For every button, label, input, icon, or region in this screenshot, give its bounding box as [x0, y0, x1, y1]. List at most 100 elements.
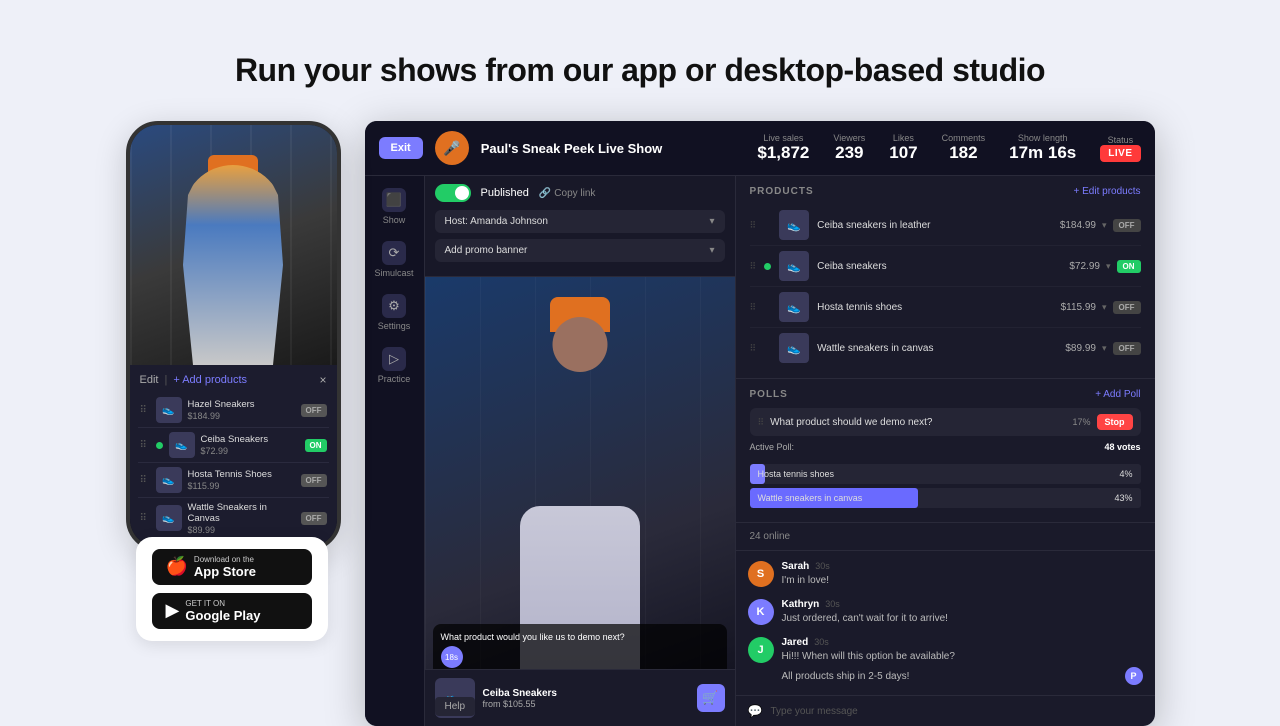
page-headline: Run your shows from our app or desktop-b…: [235, 52, 1045, 89]
prod-name: Ceiba sneakers in leather: [817, 220, 1052, 231]
poll-option-label: Hosta tennis shoes: [758, 469, 835, 479]
appstore-badge[interactable]: 🍎 Download on the App Store: [152, 549, 312, 585]
drag-icon: ⠿: [758, 417, 765, 428]
phone-prod-price: $184.99: [188, 411, 295, 421]
chat-msg-body: Kathryn 30s Just ordered, can't wait for…: [782, 599, 1143, 625]
studio-body: ⬛ Show ⟳ Simulcast ⚙ Settings ▷ Practice: [365, 176, 1155, 726]
phone-close-btn[interactable]: ×: [319, 373, 326, 387]
stat-show-length: Show length 17m 16s: [1009, 133, 1076, 163]
drag-icon: ⠿: [750, 343, 757, 354]
chat-p-badge: P: [1125, 667, 1143, 685]
published-toggle[interactable]: [435, 184, 471, 202]
exit-button[interactable]: Exit: [379, 137, 423, 159]
drag-icon: ⠿: [750, 261, 757, 272]
chevron-down-icon: ▾: [709, 245, 714, 256]
googleplay-badge[interactable]: ▶ GET IT ON Google Play: [152, 593, 312, 629]
googleplay-large-text: Google Play: [185, 608, 260, 623]
phone-toggle-on[interactable]: ON: [305, 439, 327, 452]
phone-prod-name: Wattle Sneakers in Canvas: [188, 502, 295, 525]
phone-prod-price: $72.99: [201, 446, 299, 456]
stat-label: Likes: [889, 133, 917, 143]
phone-prod-price: $89.99: [188, 525, 295, 535]
chat-messages: S Sarah 30s I'm in love!: [736, 551, 1155, 695]
poll-option-pct: 43%: [1114, 493, 1132, 503]
chat-msg-body: Jared 30s Hi!!! When will this option be…: [782, 637, 1143, 685]
phone-prod-name: Hosta Tennis Shoes: [188, 469, 295, 480]
poll-pct: 17%: [1072, 417, 1090, 427]
products-title: PRODUCTS: [750, 186, 814, 197]
chat-username: Kathryn: [782, 599, 820, 610]
stat-status: Status LIVE: [1100, 135, 1140, 162]
phone-prod-name: Hazel Sneakers: [188, 399, 295, 410]
chat-avatar: S: [748, 561, 774, 587]
drag-icon: ⠿: [750, 220, 757, 231]
poll-option-pct: 4%: [1119, 469, 1132, 479]
poll-option-row: Hosta tennis shoes 4%: [750, 464, 1141, 484]
googleplay-small-text: GET IT ON: [185, 599, 260, 608]
nav-show-label: Show: [383, 215, 406, 225]
googleplay-icon: ▶: [166, 600, 180, 621]
nav-show[interactable]: ⬛ Show: [382, 188, 406, 225]
chevron-down-icon: ▾: [709, 216, 714, 227]
nav-practice[interactable]: ▷ Practice: [378, 347, 411, 384]
phone-product-row: ⠿ 👟 Ceiba Sneakers $72.99 ON: [138, 428, 329, 463]
phone-edit-btn[interactable]: Edit: [140, 374, 159, 386]
phone-product-row: ⠿ 👟 Hosta Tennis Shoes $115.99 OFF: [138, 463, 329, 498]
chat-input-row: 💬 Type your message: [736, 695, 1155, 726]
promo-dropdown[interactable]: Add promo banner ▾: [435, 239, 725, 262]
add-to-cart-button[interactable]: 🛒: [697, 684, 725, 712]
active-poll-label: Active Poll:: [750, 442, 795, 452]
prod-price: $89.99: [1065, 343, 1096, 354]
copy-link-btn[interactable]: 🔗 Copy link: [539, 188, 596, 199]
phone-prod-thumb: 👟: [169, 432, 195, 458]
chevron-down-icon: ▾: [1102, 220, 1107, 231]
nav-settings[interactable]: ⚙ Settings: [378, 294, 411, 331]
polls-title: POLLS: [750, 389, 788, 400]
phone-prod-name: Ceiba Sneakers: [201, 434, 299, 445]
phone-toggle-off[interactable]: OFF: [301, 404, 327, 417]
desktop-studio: Exit 🎤 Paul's Sneak Peek Live Show Live …: [365, 121, 1155, 726]
inactive-dot: [764, 304, 771, 311]
prod-price: $72.99: [1069, 261, 1100, 272]
phone-toggle-off[interactable]: OFF: [301, 512, 327, 525]
studio-nav: ⬛ Show ⟳ Simulcast ⚙ Settings ▷ Practice: [365, 176, 425, 726]
prod-toggle[interactable]: ON: [1117, 260, 1141, 273]
stat-comments: Comments 182: [942, 133, 986, 163]
prod-toggle[interactable]: OFF: [1113, 342, 1141, 355]
phone-add-products-btn[interactable]: + Add products: [173, 374, 247, 386]
product-list-item: ⠿ 👟 Wattle sneakers in canvas $89.99 ▾ O…: [750, 328, 1141, 368]
show-icon: ⬛: [382, 188, 406, 212]
phone-prod-price: $115.99: [188, 481, 295, 491]
badges-container: 🍎 Download on the App Store ▶ GET IT ON …: [136, 537, 328, 641]
phone-toggle-off[interactable]: OFF: [301, 474, 327, 487]
add-poll-btn[interactable]: + Add Poll: [1095, 389, 1140, 400]
prod-toggle[interactable]: OFF: [1113, 219, 1141, 232]
stat-label: Live sales: [757, 133, 809, 143]
chat-input[interactable]: Type your message: [770, 706, 1142, 717]
prod-name: Ceiba sneakers: [817, 261, 1061, 272]
active-dot: [764, 263, 771, 270]
host-dropdown[interactable]: Host: Amanda Johnson ▾: [435, 210, 725, 233]
stat-label: Status: [1100, 135, 1140, 145]
prod-price: $115.99: [1061, 302, 1096, 313]
prod-thumb: 👟: [779, 251, 809, 281]
chat-input-icon: 💬: [748, 704, 763, 718]
stat-live-sales: Live sales $1,872: [757, 133, 809, 163]
chat-reply-text: All products ship in 2-5 days!: [782, 670, 910, 683]
drag-icon: ⠿: [750, 302, 757, 313]
products-section: PRODUCTS + Edit products ⠿ 👟 Ceiba sneak…: [736, 176, 1155, 379]
stop-poll-button[interactable]: Stop: [1097, 414, 1133, 430]
drag-icon: ⠿: [140, 440, 150, 451]
prod-name: Wattle sneakers in canvas: [817, 343, 1057, 354]
phone-separator: |: [164, 374, 167, 386]
stat-value: 17m 16s: [1009, 143, 1076, 163]
nav-simulcast[interactable]: ⟳ Simulcast: [374, 241, 413, 278]
help-button[interactable]: Help: [435, 697, 476, 716]
chat-username: Jared: [782, 637, 809, 648]
edit-products-btn[interactable]: + Edit products: [1074, 186, 1141, 197]
prod-toggle[interactable]: OFF: [1113, 301, 1141, 314]
chat-time: 30s: [825, 599, 840, 609]
prod-name: Hosta tennis shoes: [817, 302, 1052, 313]
phone-product-row: ⠿ 👟 Hazel Sneakers $184.99 OFF: [138, 393, 329, 428]
chevron-down-icon: ▾: [1102, 302, 1107, 313]
